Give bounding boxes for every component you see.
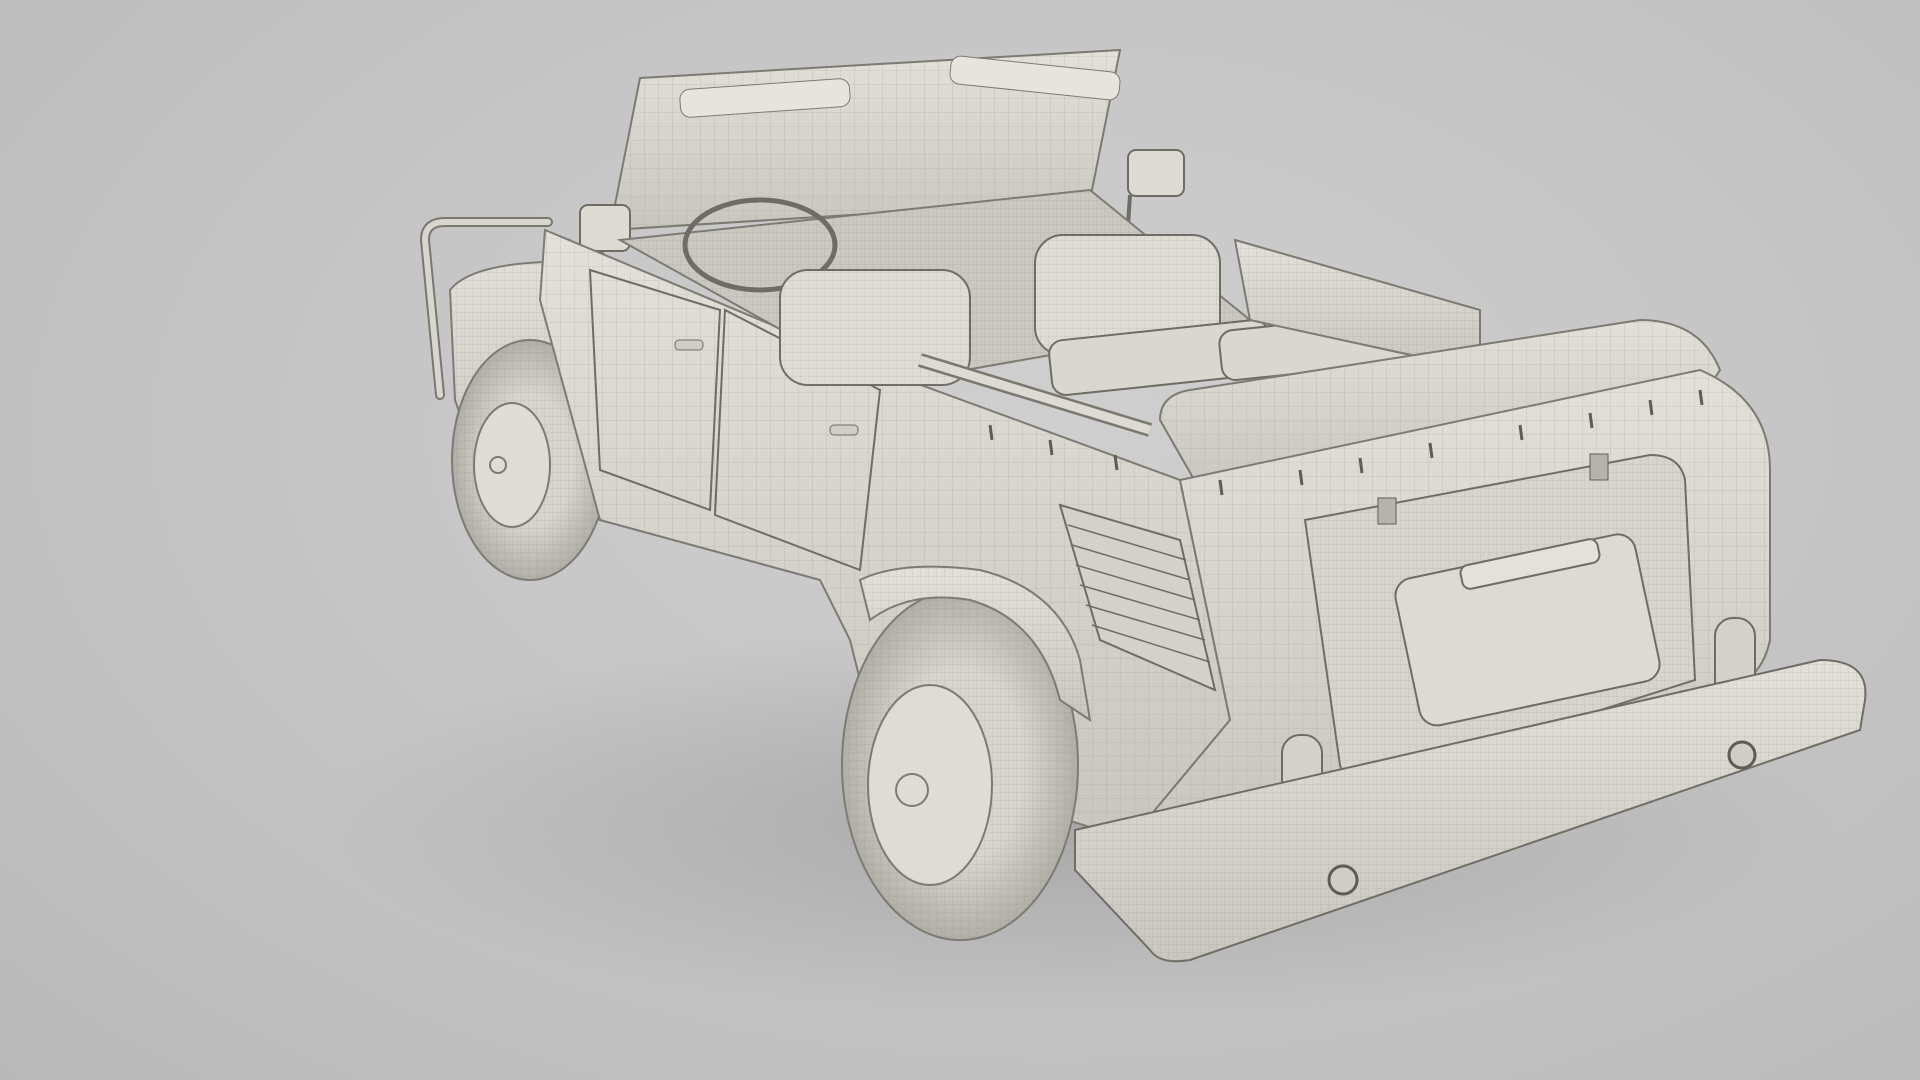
wireframe-car-render (320, 48, 1867, 1020)
render-viewport (0, 0, 1920, 1080)
right-mirror (1126, 149, 1185, 226)
bumper-light-left (1327, 864, 1359, 896)
bumper-light-right (1727, 740, 1757, 770)
